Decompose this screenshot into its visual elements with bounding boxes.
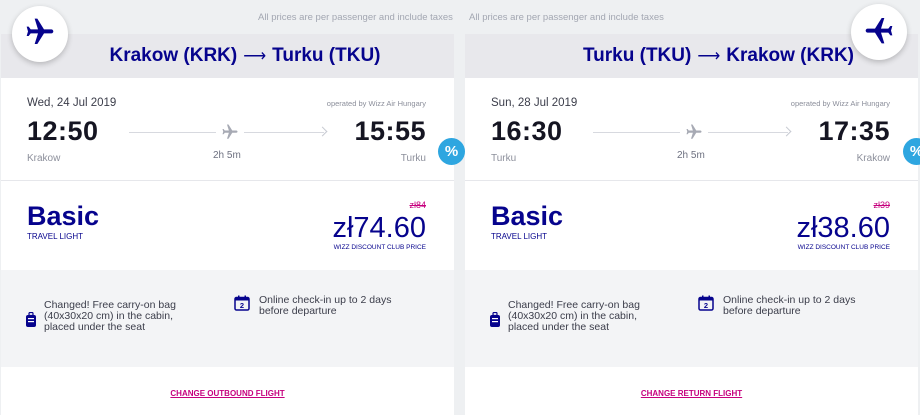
carry-on-bag-icon [489, 311, 501, 331]
feature-carry-on-bag: Changed! Free carry-on bag (40x30x20 cm)… [489, 300, 640, 333]
price-note-outbound: All prices are per passenger and include… [258, 12, 453, 23]
return-route-header: Turku (TKU) ⟶ Krakow (KRK) [465, 34, 918, 78]
fare-features: Changed! Free carry-on bag (40x30x20 cm)… [1, 270, 454, 367]
flight-duration: 2h 5m [213, 150, 241, 161]
airplane-icon [863, 14, 895, 51]
operated-by: operated by Wizz Air Hungary [790, 99, 890, 108]
old-price: zł84 [409, 200, 426, 210]
fare-features: Changed! Free carry-on bag (40x30x20 cm)… [465, 270, 918, 367]
arrival-time: 15:55 [354, 116, 426, 146]
departure-time: 12:50 [27, 116, 99, 146]
route-origin: Krakow (KRK) [109, 45, 238, 66]
checkin-text-line-2: before departure [259, 305, 337, 317]
discount-price: zł38.60 [796, 212, 890, 244]
airplane-icon [216, 123, 244, 146]
return-flight-card: Turku (TKU) ⟶ Krakow (KRK) Sun, 28 Jul 2… [465, 34, 918, 415]
old-price: zł39 [873, 200, 890, 210]
arrival-time: 17:35 [818, 116, 890, 146]
route-arrow: ⟶ [243, 48, 267, 65]
discount-club-label: WIZZ DISCOUNT CLUB PRICE [797, 244, 890, 251]
flight-timeline [129, 123, 328, 146]
divider [465, 180, 918, 181]
outbound-flight-card: Krakow (KRK) ⟶ Turku (TKU) Wed, 24 Jul 2… [1, 34, 454, 415]
fare-subtitle: TRAVEL LIGHT [27, 232, 84, 241]
discount-club-label: WIZZ DISCOUNT CLUB PRICE [333, 244, 426, 251]
calendar-icon: 2 [234, 295, 250, 314]
feature-carry-on-bag: Changed! Free carry-on bag (40x30x20 cm)… [25, 300, 176, 333]
change-return-flight-link[interactable]: CHANGE RETURN FLIGHT [465, 389, 918, 398]
calendar-day: 2 [704, 301, 708, 310]
operated-by: operated by Wizz Air Hungary [326, 99, 426, 108]
route-origin: Turku (TKU) [582, 45, 692, 66]
flight-date: Wed, 24 Jul 2019 [27, 97, 117, 109]
timeline-end-chevron-icon [317, 126, 328, 137]
airplane-icon [24, 16, 56, 53]
return-airplane-badge [851, 4, 907, 60]
discount-badge: % [438, 138, 465, 165]
carry-on-bag-icon [25, 311, 37, 331]
arrival-city: Krakow [856, 153, 890, 164]
discount-price: zł74.60 [332, 212, 426, 244]
departure-city: Turku [491, 153, 517, 164]
flight-date: Sun, 28 Jul 2019 [491, 97, 578, 109]
outbound-route-header: Krakow (KRK) ⟶ Turku (TKU) [1, 34, 454, 78]
bag-text-line-3: placed under the seat [44, 321, 145, 333]
flight-timeline [593, 123, 792, 146]
route-arrow: ⟶ [697, 48, 721, 65]
feature-online-checkin: 2 Online check-in up to 2 days before de… [698, 295, 856, 317]
departure-time: 16:30 [491, 116, 563, 146]
divider [1, 180, 454, 181]
change-outbound-flight-link[interactable]: CHANGE OUTBOUND FLIGHT [1, 389, 454, 398]
departure-city: Krakow [27, 153, 61, 164]
calendar-day: 2 [240, 301, 244, 310]
checkin-text-line-2: before departure [723, 305, 801, 317]
airplane-icon [680, 123, 708, 146]
timeline-end-chevron-icon [781, 126, 792, 137]
bag-text-line-3: placed under the seat [508, 321, 609, 333]
outbound-airplane-badge [12, 6, 68, 62]
fare-subtitle: TRAVEL LIGHT [491, 232, 548, 241]
feature-online-checkin: 2 Online check-in up to 2 days before de… [234, 295, 392, 317]
route-destination: Krakow (KRK) [726, 45, 854, 66]
price-note-return: All prices are per passenger and include… [469, 12, 664, 23]
arrival-city: Turku [400, 153, 426, 164]
calendar-icon: 2 [698, 295, 714, 314]
route-destination: Turku (TKU) [272, 45, 381, 66]
fare-name: Basic [491, 201, 564, 231]
fare-name: Basic [27, 201, 100, 231]
flight-duration: 2h 5m [677, 150, 705, 161]
